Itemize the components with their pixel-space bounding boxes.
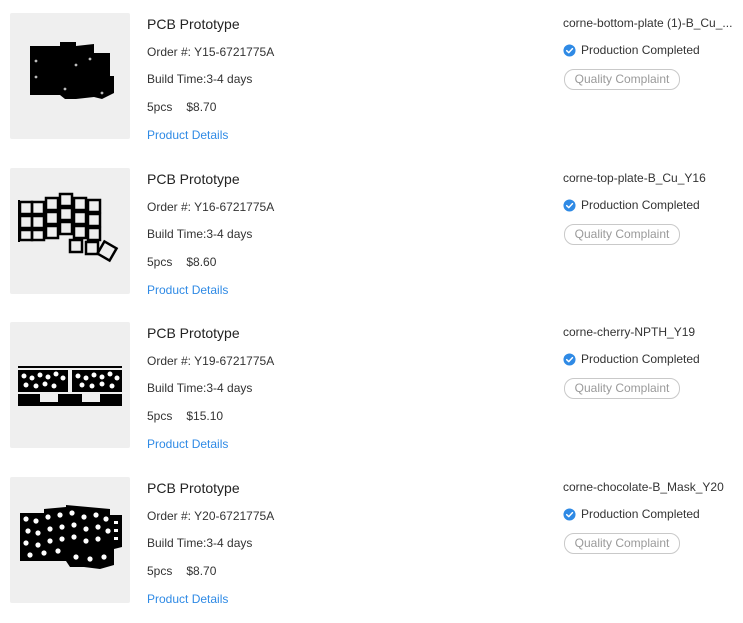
- quantity-price: 5pcs $8.70: [147, 564, 216, 578]
- pcb-bottom-plate-thumbnail[interactable]: [10, 13, 130, 139]
- check-circle-icon: [563, 43, 576, 57]
- order-item: PCB Prototype Order #: Y19-6721775A Buil…: [0, 322, 743, 462]
- order-number: Order #: Y15-6721775A: [147, 45, 275, 59]
- product-title: PCB Prototype: [147, 171, 240, 187]
- order-number: Order #: Y16-6721775A: [147, 200, 275, 214]
- order-number: Order #: Y20-6721775A: [147, 509, 275, 523]
- file-name: corne-bottom-plate (1)-B_Cu_...: [563, 16, 733, 30]
- order-item: PCB Prototype Order #: Y16-6721775A Buil…: [0, 168, 743, 308]
- check-circle-icon: [563, 352, 576, 366]
- build-time: Build Time:3-4 days: [147, 227, 253, 241]
- quantity-price: 5pcs $8.60: [147, 255, 216, 269]
- price: $8.70: [186, 100, 217, 114]
- build-time: Build Time:3-4 days: [147, 381, 253, 395]
- build-time: Build Time:3-4 days: [147, 72, 253, 86]
- file-name: corne-cherry-NPTH_Y19: [563, 325, 696, 339]
- quantity-price: 5pcs $8.70: [147, 100, 216, 114]
- order-number: Order #: Y19-6721775A: [147, 354, 275, 368]
- production-status: Production Completed: [563, 507, 700, 521]
- price: $8.60: [186, 255, 217, 269]
- quality-complaint-button[interactable]: Quality Complaint: [564, 224, 680, 245]
- product-title: PCB Prototype: [147, 16, 240, 32]
- quality-complaint-button[interactable]: Quality Complaint: [564, 533, 680, 554]
- quantity: 5pcs: [147, 409, 173, 423]
- product-details-link[interactable]: Product Details: [147, 283, 228, 297]
- quantity: 5pcs: [147, 255, 173, 269]
- product-title: PCB Prototype: [147, 480, 240, 496]
- order-item: PCB Prototype Order #: Y20-6721775A Buil…: [0, 477, 743, 617]
- product-title: PCB Prototype: [147, 325, 240, 341]
- check-circle-icon: [563, 507, 576, 521]
- quality-complaint-button[interactable]: Quality Complaint: [564, 69, 680, 90]
- pcb-top-plate-thumbnail[interactable]: [10, 168, 130, 294]
- quantity: 5pcs: [147, 564, 173, 578]
- production-status: Production Completed: [563, 198, 700, 212]
- production-status: Production Completed: [563, 352, 700, 366]
- quantity-price: 5pcs $15.10: [147, 409, 223, 423]
- product-details-link[interactable]: Product Details: [147, 437, 228, 451]
- product-details-link[interactable]: Product Details: [147, 592, 228, 606]
- order-list: PCB Prototype Order #: Y15-6721775A Buil…: [0, 0, 743, 623]
- product-details-link[interactable]: Product Details: [147, 128, 228, 142]
- file-name: corne-top-plate-B_Cu_Y16: [563, 171, 706, 185]
- pcb-cherry-thumbnail[interactable]: [10, 322, 130, 448]
- production-status: Production Completed: [563, 43, 700, 57]
- build-time: Build Time:3-4 days: [147, 536, 253, 550]
- quantity: 5pcs: [147, 100, 173, 114]
- pcb-chocolate-thumbnail[interactable]: [10, 477, 130, 603]
- check-circle-icon: [563, 198, 576, 212]
- file-name: corne-chocolate-B_Mask_Y20: [563, 480, 724, 494]
- price: $15.10: [186, 409, 224, 423]
- price: $8.70: [186, 564, 217, 578]
- quality-complaint-button[interactable]: Quality Complaint: [564, 378, 680, 399]
- order-item: PCB Prototype Order #: Y15-6721775A Buil…: [0, 13, 743, 153]
